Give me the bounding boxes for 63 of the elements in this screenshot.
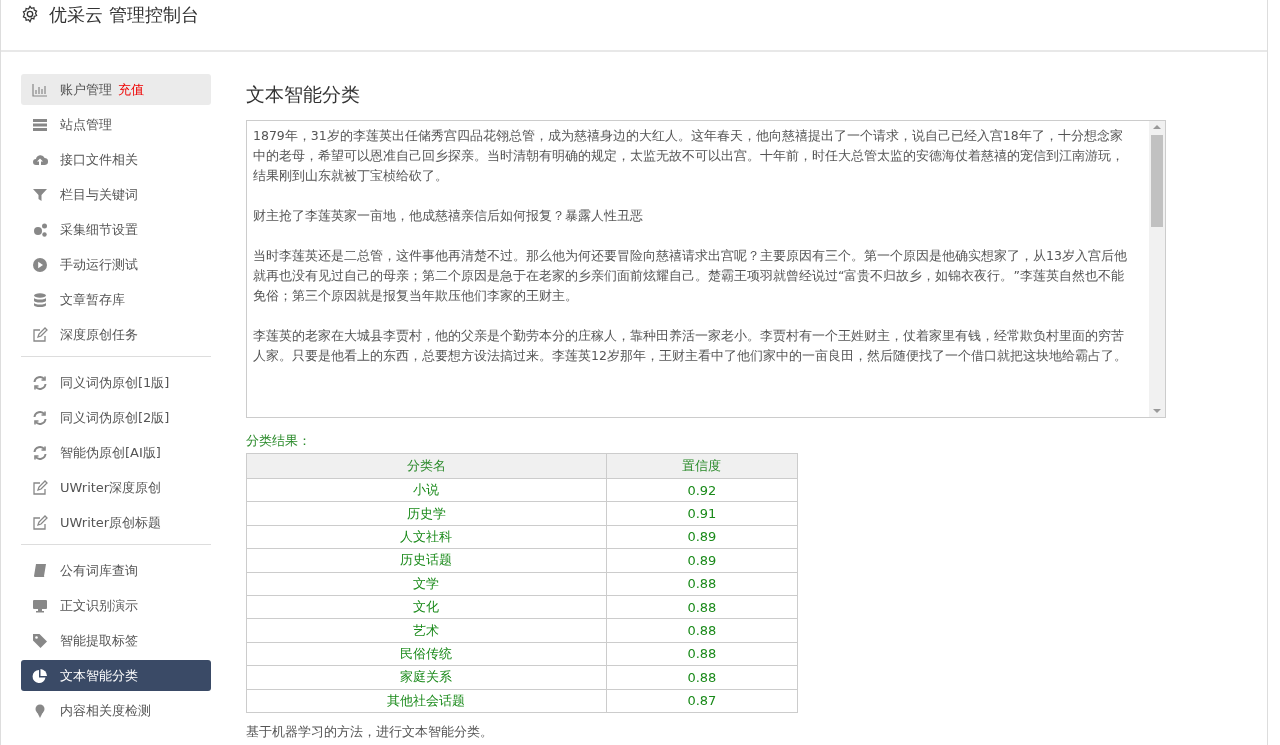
page-title: 文本智能分类 (246, 82, 361, 107)
table-cell: 小说 (246, 478, 607, 502)
refresh-icon (32, 444, 48, 461)
table-cell: 历史话题 (246, 548, 607, 573)
table-cell: 其他社会话题 (246, 689, 607, 713)
sidebar-item[interactable]: 内容相关度检测 (21, 695, 211, 726)
monitor-icon (32, 597, 48, 614)
table-cell: 0.92 (606, 478, 798, 502)
sidebar-item[interactable]: 站点管理 (21, 109, 211, 140)
table-cell: 艺术 (246, 618, 607, 643)
sidebar-item[interactable]: 智能提取标签 (21, 625, 211, 656)
table-cell: 0.89 (606, 548, 798, 573)
edit-icon (32, 479, 48, 496)
table-cell: 0.87 (606, 689, 798, 713)
sidebar-item[interactable]: 接口文件相关 (21, 144, 211, 175)
app-title: 优采云 管理控制台 (49, 4, 199, 26)
sidebar-item[interactable]: 同义词伪原创[2版] (21, 402, 211, 433)
edit-icon (32, 514, 48, 531)
column-header: 置信度 (606, 453, 798, 479)
sidebar-item[interactable]: 账户管理 充值 (21, 74, 211, 105)
scrollbar[interactable] (1149, 121, 1165, 417)
table-cell: 0.88 (606, 618, 798, 643)
description-text: 基于机器学习的方法，进行文本智能分类。 (246, 722, 494, 741)
text-input-area[interactable]: 1879年，31岁的李莲英出任储秀宫四品花翎总管，成为慈禧身边的大红人。这年春天，他向慈禧提出了一个请求，说自己已经入宫18年了，十分想念家中的老母，希望可以恩准自己回乡探亲。当时清朝有明确的规定，太监无故不可以出宫。十年前，时任大总管太监的安德海仗着慈禧的宠信到江南游玩，结果刚到山东就被丁宝桢给砍了。 财主抢了李莲英家一亩地，他成慈禧亲信后如何报复？暴露人性丑恶 当时李莲英还是二总管，这件事他再清楚不过。那么他为何还要冒险向慈禧请求出宫呢？主要原因有三个。第一个原因是他确实想家了，从13岁入宫后他就再也没有见过自己的母亲；第二个原因是急于在老家的乡亲们面前炫耀自己。楚霸王项羽就曾经说过“富贵不归故乡，如锦衣夜行。”李莲英自然也不能免俗；第三个原因就是报复当年欺压他们李家的王财主。 李莲英的老家在大城县李贾村，他的父亲是个勤劳本分的庄稼人，靠种田养活一家老小。李贾村有一个王姓财主，仗着家里有钱，经常欺负村里面的穷苦人家。只要是他看上的东西，总要想方设法搞过来。李莲英12岁那年，王财主看中了他们家中的一亩良田，然后随便找了一个借口就把这块地给霸占了。 (246, 120, 1166, 418)
refresh-icon (32, 374, 48, 391)
table-cell: 民俗传统 (246, 642, 607, 666)
edit-icon (32, 326, 48, 343)
pie-chart-icon (32, 667, 48, 684)
table-cell: 0.89 (606, 525, 798, 549)
bar-chart-icon (32, 81, 48, 98)
table-cell: 0.88 (606, 595, 798, 619)
table-cell: 文学 (246, 572, 607, 596)
sidebar-item[interactable]: UWriter深度原创 (21, 472, 211, 503)
play-icon (32, 256, 48, 273)
database-icon (32, 291, 48, 308)
table-cell: 历史学 (246, 501, 607, 526)
table-cell: 家庭关系 (246, 665, 607, 689)
table-cell: 人文社科 (246, 525, 607, 549)
table-cell: 0.88 (606, 665, 798, 689)
recharge-link[interactable]: 充值 (118, 80, 144, 99)
sidebar-item[interactable]: 手动运行测试 (21, 249, 211, 280)
sidebar-item[interactable]: 公有词库查询 (21, 555, 211, 586)
tag-icon (32, 632, 48, 649)
table-cell: 0.88 (606, 642, 798, 666)
column-header: 分类名 (246, 453, 607, 479)
filter-icon (32, 186, 48, 203)
sidebar-item[interactable]: 采集细节设置 (21, 214, 211, 245)
table-cell: 文化 (246, 595, 607, 619)
sidebar-item[interactable]: UWriter原创标题 (21, 507, 211, 538)
settings-icon[interactable] (21, 5, 39, 23)
sidebar-item[interactable]: 栏目与关键词 (21, 179, 211, 210)
sidebar-item[interactable]: 文章暂存库 (21, 284, 211, 315)
table-cell: 0.88 (606, 572, 798, 596)
sidebar-item[interactable]: 智能伪原创[AI版] (21, 437, 211, 468)
sidebar-item[interactable]: 正文识别演示 (21, 590, 211, 621)
sidebar-item[interactable]: 文本智能分类 (21, 660, 211, 691)
book-icon (32, 562, 48, 579)
refresh-icon (32, 409, 48, 426)
server-icon (32, 116, 48, 133)
sidebar-item[interactable]: 同义词伪原创[1版] (21, 367, 211, 398)
sidebar-item[interactable]: 深度原创任务 (21, 319, 211, 350)
table-cell: 0.91 (606, 501, 798, 526)
result-label: 分类结果： (246, 432, 312, 450)
